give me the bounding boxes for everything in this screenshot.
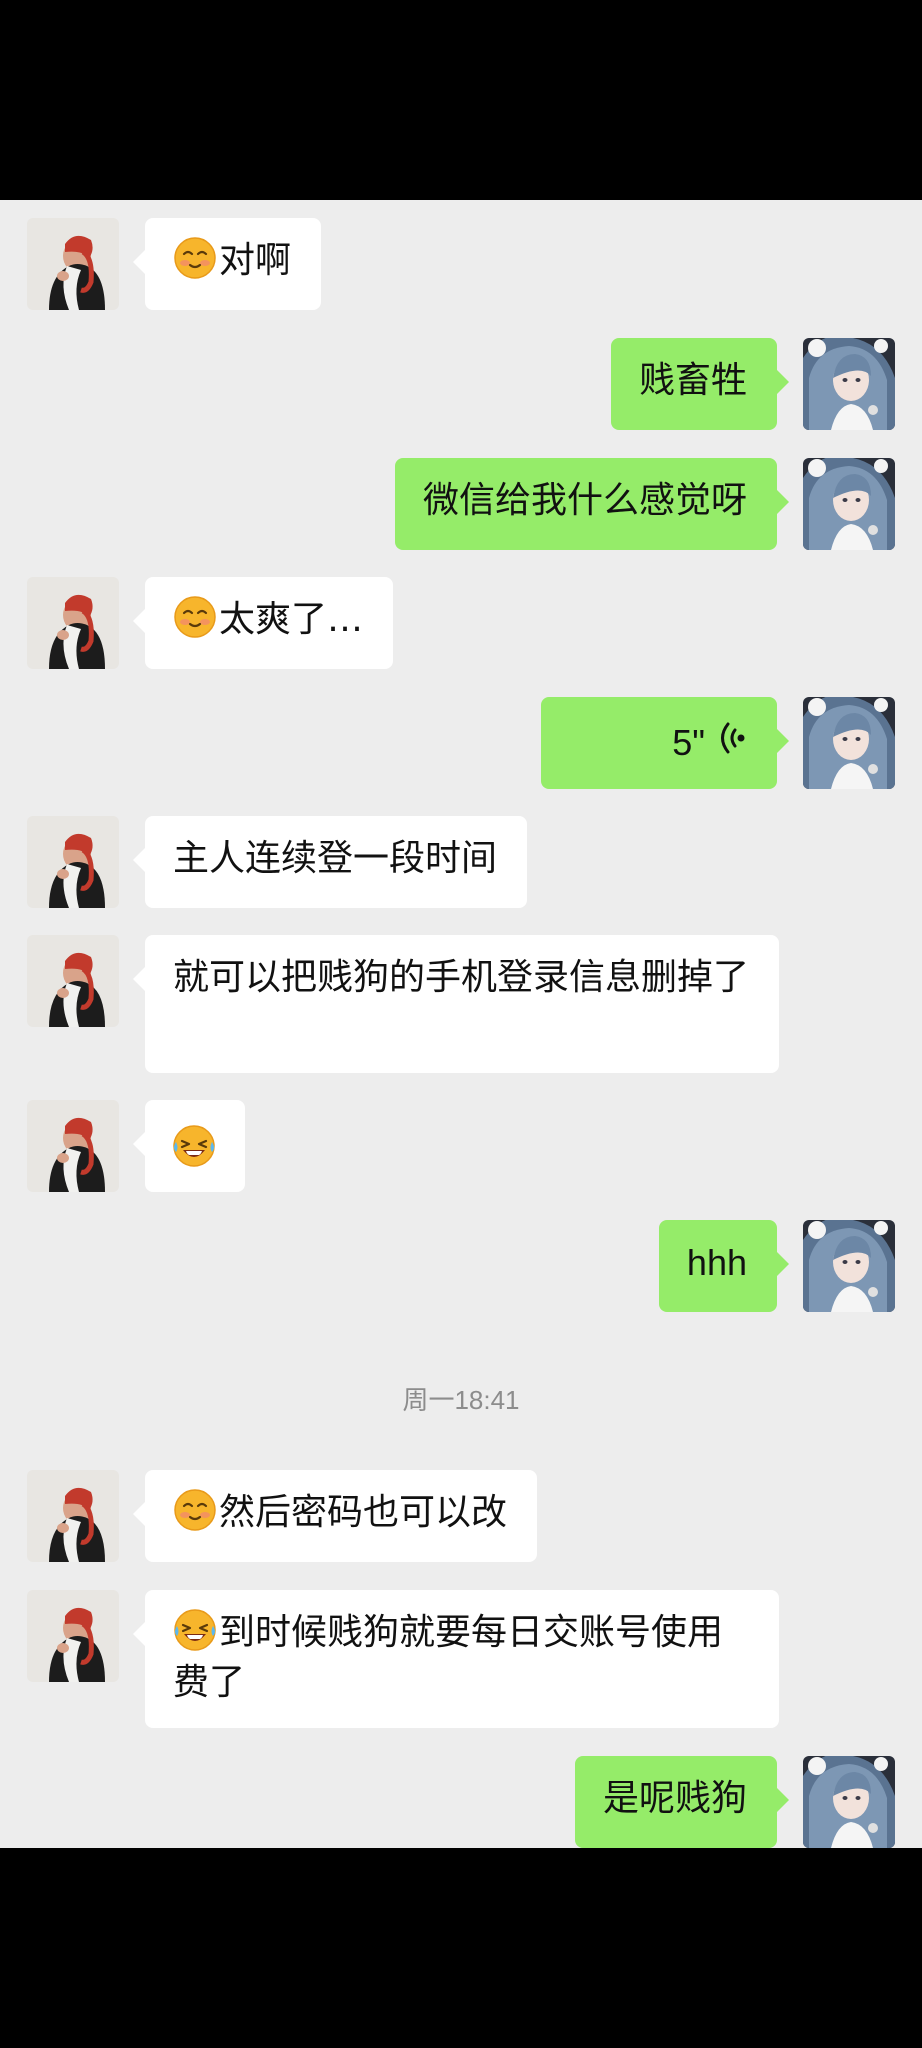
smile-emoji-icon	[173, 1488, 217, 1532]
voice-message-bubble[interactable]: 5"	[541, 697, 789, 789]
my-avatar[interactable]	[803, 697, 895, 789]
message-text: 是呢贱狗	[602, 1778, 747, 1819]
contact-avatar[interactable]	[27, 816, 119, 908]
time-divider: 周一18:41	[402, 1385, 520, 1415]
my-avatar[interactable]	[803, 338, 895, 430]
smile-emoji-icon	[173, 236, 217, 280]
message-text: hhh	[686, 1242, 747, 1283]
tears-of-joy-emoji-icon	[172, 1124, 216, 1168]
contact-avatar[interactable]	[27, 577, 119, 669]
outgoing-message-bubble[interactable]: hhh	[658, 1220, 790, 1312]
incoming-message-bubble[interactable]: 主人连续登一段时间	[132, 816, 528, 908]
incoming-emoji-bubble[interactable]	[133, 1100, 245, 1192]
contact-avatar[interactable]	[27, 935, 119, 1027]
contact-avatar[interactable]	[27, 1470, 119, 1562]
contact-avatar[interactable]	[27, 218, 119, 310]
incoming-message-bubble[interactable]: 太爽了…	[132, 577, 394, 669]
incoming-message-bubble[interactable]: 对啊	[132, 218, 322, 310]
outgoing-message-bubble[interactable]: 微信给我什么感觉呀	[394, 458, 790, 550]
message-text: 微信给我什么感觉呀	[422, 480, 747, 521]
message-text: 主人连续登一段时间	[173, 838, 498, 879]
message-text: 然后密码也可以改	[219, 1492, 508, 1533]
incoming-message-bubble[interactable]: 到时候贱狗就要每日交账号使用费了	[133, 1590, 779, 1728]
contact-avatar[interactable]	[27, 1100, 119, 1192]
my-avatar[interactable]	[803, 1220, 895, 1312]
voice-duration: 5"	[672, 722, 705, 763]
message-text: 太爽了…	[219, 599, 364, 640]
outgoing-message-bubble[interactable]: 是呢贱狗	[574, 1756, 790, 1848]
message-text: 就可以把贱狗的手机登录信息删掉了	[173, 957, 750, 998]
smile-emoji-icon	[173, 595, 217, 639]
my-avatar[interactable]	[803, 1756, 895, 1848]
contact-avatar[interactable]	[27, 1590, 119, 1682]
voice-wave-icon	[719, 718, 747, 768]
message-text: 贱畜牲	[638, 360, 747, 401]
message-text: 对啊	[219, 240, 292, 281]
chat-area[interactable]: 对啊 贱畜牲 微信给我什么感觉呀 太爽了… 5" 主人连续登一段时间 就可以把贱…	[0, 200, 922, 1848]
incoming-message-bubble[interactable]: 就可以把贱狗的手机登录信息删掉了	[133, 935, 779, 1073]
incoming-message-bubble[interactable]: 然后密码也可以改	[132, 1470, 538, 1562]
outgoing-message-bubble[interactable]: 贱畜牲	[610, 338, 790, 430]
tears-of-joy-emoji-icon	[173, 1608, 217, 1652]
message-text: 到时候贱狗就要每日交账号使用费了	[173, 1612, 724, 1703]
my-avatar[interactable]	[803, 458, 895, 550]
